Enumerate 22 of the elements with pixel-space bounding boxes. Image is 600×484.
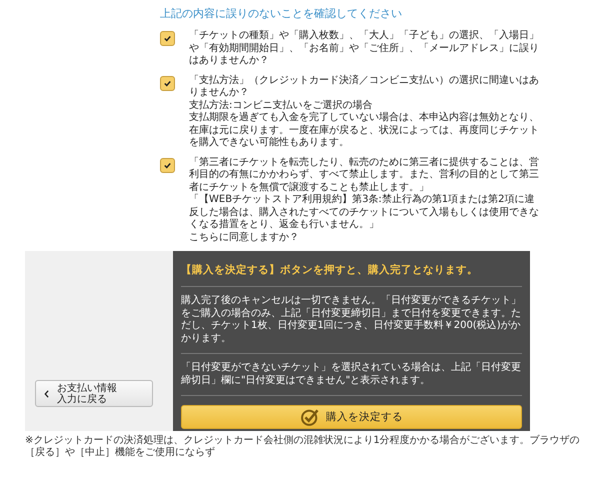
check-text: 支払期限を過ぎても入金を完了していない場合は、本申込内容は無効となり、在庫は元に戻ります。一度在庫が戻ると、状況によっては、再度同じチケットを購入できない可能性もあります。 xyxy=(189,112,540,150)
checkmark-icon xyxy=(163,34,172,43)
footnote-text: ※クレジットカードの決済処理は、クレジットカード会社側の混雑状況により1分程度かかる場合がございます。ブラウザの［戻る］や［中止］機能をご使用にならず xyxy=(24,434,581,459)
check-text: 「【WEBチケットストア利用規約】第3条:禁止行為の第1項または第2項に違反した場合は、購入されたすべてのチケットについて入場もしくは使用できなくなる措置をとり、返金も行いません。」 xyxy=(189,194,540,232)
check-text: こちらに同意しますか？ xyxy=(189,232,300,244)
checkbox[interactable] xyxy=(160,158,175,172)
back-button[interactable]: お支払い情報 入力に戻る xyxy=(35,380,153,407)
chevron-left-icon xyxy=(44,390,49,398)
check-text: 「チケットの種類」や「購入枚数」、「大人」「子ども」の選択、「入場日」や「有効期間開始日」、「お名前」や「ご住所」、「メールアドレス」に誤りはありませんか？ xyxy=(189,30,540,68)
check-text: 「支払方法」（クレジットカード決済／コンビニ支払い）の選択に間違いはありませんか？ xyxy=(189,74,540,100)
notice-title: 【購入を決定する】ボタンを押すと、購入完了となります。 xyxy=(181,263,479,277)
checkmark-icon xyxy=(163,78,172,88)
checkmark-icon xyxy=(163,160,172,170)
check-circle-icon xyxy=(300,407,320,427)
checkbox[interactable] xyxy=(160,76,175,90)
check-text: 支払方法:コンビニ支払いをご選択の場合 xyxy=(189,100,374,112)
checkbox[interactable] xyxy=(160,31,175,46)
confirm-purchase-button[interactable]: 購入を決定する xyxy=(181,405,522,429)
check-text: 「第三者にチケットを転売したり、転売のために第三者に提供することは、営利目的の有無にかかわらず、すべて禁止します。また、営利の目的として第三者にチケットを無償で譲渡することも禁止します。」 xyxy=(189,156,540,194)
notice-text: 購入完了後のキャンセルは一切できません。「日付変更ができるチケット」をご購入の場合のみ、上記「日付変更締切日」まで日付を変更できます。ただし、チケット1枚、日付変更1回につき、日付変更手数料￥200(税込)がかかります。 xyxy=(181,295,522,345)
notice-text: 「日付変更ができないチケット」を選択されている場合は、上記「日付変更締切日」欄に"日付変更はできません"と表示されます。 xyxy=(181,362,522,387)
confirm-heading: 上記の内容に誤りのないことを確認してください xyxy=(160,6,403,21)
